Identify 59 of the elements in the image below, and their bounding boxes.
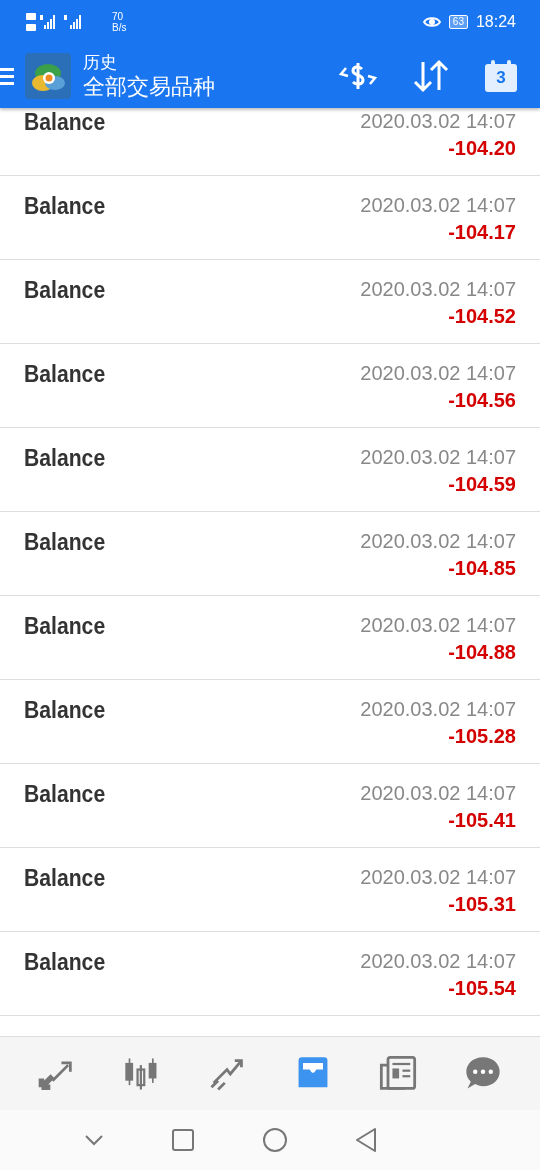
deal-amount: -104.85 [448, 556, 516, 581]
clock-time: 18:24 [475, 13, 516, 31]
history-row[interactable]: Balance 2020.03.02 14:07 -105.31 [0, 848, 540, 932]
deal-type: Balance [24, 864, 106, 893]
collapse-chevron-icon[interactable] [83, 1134, 104, 1146]
deal-type: Balance [24, 612, 106, 641]
deal-time: 2020.03.02 14:07 [360, 865, 516, 890]
network-speed: 70 [112, 11, 125, 22]
deal-time: 2020.03.02 14:07 [360, 445, 516, 470]
deal-amount: -105.41 [448, 808, 516, 833]
history-row[interactable]: Balance 2020.03.02 14:07 -104.20 [0, 108, 540, 176]
deal-time: 2020.03.02 14:07 [360, 277, 516, 302]
deal-type: Balance [24, 780, 106, 809]
deal-type: Balance [24, 444, 106, 473]
sort-arrows-icon[interactable] [412, 59, 450, 93]
deal-time: 2020.03.02 14:07 [360, 361, 516, 386]
deal-time: 2020.03.02 14:07 [360, 949, 516, 974]
history-row[interactable]: Balance 2020.03.02 14:07 -104.52 [0, 260, 540, 344]
menu-icon[interactable] [0, 65, 14, 87]
deal-type: Balance [24, 276, 106, 305]
deal-type: Balance [24, 192, 106, 221]
deal-amount: -105.54 [448, 976, 516, 1001]
deal-type: Balance [24, 948, 106, 977]
deal-time: 2020.03.02 14:07 [360, 781, 516, 806]
symbol-filter[interactable]: 全部交易品种 [83, 73, 338, 101]
battery-icon: 63 [448, 15, 468, 29]
deal-type: Balance [24, 528, 106, 557]
deal-type: Balance [24, 108, 106, 137]
deal-type: Balance [24, 360, 106, 389]
history-row[interactable]: Balance 2020.03.02 14:07 -104.17 [0, 176, 540, 260]
deal-time: 2020.03.02 14:07 [360, 109, 516, 134]
eye-icon [422, 16, 441, 28]
history-row[interactable]: Balance 2020.03.02 14:07 -104.88 [0, 596, 540, 680]
deal-amount: -105.28 [448, 724, 516, 749]
deal-amount: -104.88 [448, 640, 516, 665]
deal-amount: -104.56 [448, 388, 516, 413]
deal-time: 2020.03.02 14:07 [360, 529, 516, 554]
recent-apps-icon[interactable] [170, 1128, 195, 1152]
back-icon[interactable] [354, 1127, 377, 1153]
history-row[interactable]: Balance 2020.03.02 14:07 -104.56 [0, 344, 540, 428]
deal-amount: -104.52 [448, 304, 516, 329]
deal-time: 2020.03.02 14:07 [360, 193, 516, 218]
deal-amount: -105.31 [448, 892, 516, 917]
currency-exchange-icon[interactable] [338, 60, 378, 92]
history-row[interactable]: Balance 2020.03.02 14:07 -105.41 [0, 764, 540, 848]
home-icon[interactable] [261, 1127, 288, 1153]
screen-title: 历史 [83, 51, 118, 73]
app-logo-icon [25, 53, 71, 99]
deal-amount: -104.59 [448, 472, 516, 497]
history-row[interactable]: Balance 2020.03.02 14:07 -105.28 [0, 680, 540, 764]
deal-amount: -104.20 [448, 136, 516, 161]
history-row[interactable]: Balance 2020.03.02 14:07 -104.59 [0, 428, 540, 512]
deal-time: 2020.03.02 14:07 [360, 697, 516, 722]
history-row[interactable]: Balance 2020.03.02 14:07 -105.54 [0, 932, 540, 1016]
history-row[interactable]: Balance 2020.03.02 14:07 -104.85 [0, 512, 540, 596]
deal-time: 2020.03.02 14:07 [360, 613, 516, 638]
deal-amount: -104.17 [448, 220, 516, 245]
deal-type: Balance [24, 696, 106, 725]
network-speed-unit: B/s [112, 22, 127, 33]
